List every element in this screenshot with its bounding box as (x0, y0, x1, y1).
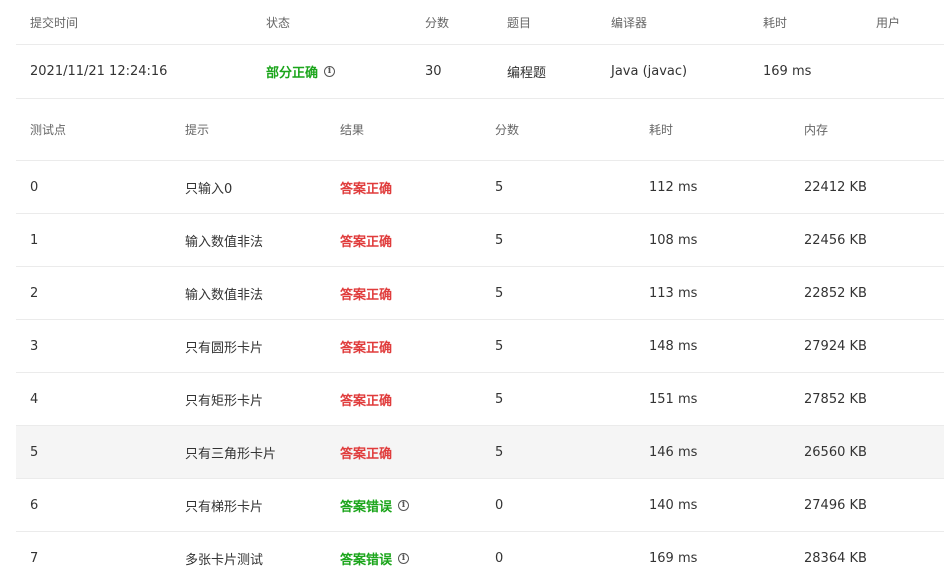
testcase-result[interactable]: 答案错误 i (340, 479, 410, 531)
testcase-id: 4 (30, 391, 39, 407)
testcase-score: 5 (495, 338, 504, 354)
testcase-time: 140 ms (649, 497, 698, 513)
testcase-time: 169 ms (649, 550, 698, 566)
testcase-score: 5 (495, 285, 504, 301)
submit-time: 2021/11/21 12:24:16 (30, 64, 168, 79)
testcase-time: 108 ms (649, 232, 698, 248)
testcase-list: 0 只输入0 答案正确 5 112 ms 22412 KB 1 输入数值非法 答… (16, 161, 944, 584)
testcase-id: 1 (30, 232, 39, 248)
result-text: 答案正确 (340, 393, 393, 409)
testcase-result: 答案正确 (340, 267, 392, 319)
testcase-time: 146 ms (649, 444, 698, 460)
testcase-result: 答案正确 (340, 161, 392, 213)
submission-header-row: 提交时间 状态 分数 题目 编译器 耗时 用户 (16, 0, 944, 45)
submission-panel: 提交时间 状态 分数 题目 编译器 耗时 用户 2021/11/21 12:24… (16, 0, 944, 584)
testcase-id: 6 (30, 497, 39, 513)
table-row: 3 只有圆形卡片 答案正确 5 148 ms 27924 KB (16, 320, 944, 373)
testcase-result: 答案正确 (340, 214, 392, 266)
header-score: 分数 (425, 15, 450, 30)
result-text: 答案错误 (340, 552, 393, 568)
testcase-id: 0 (30, 179, 39, 195)
info-icon[interactable]: i (398, 499, 410, 511)
table-row: 1 输入数值非法 答案正确 5 108 ms 22456 KB (16, 214, 944, 267)
testcase-score: 5 (495, 391, 504, 407)
header-hint: 提示 (185, 123, 210, 137)
header-problem: 题目 (507, 15, 532, 30)
header-compiler: 编译器 (611, 15, 648, 30)
submission-status[interactable]: 部分正确 i (266, 45, 336, 98)
result-text: 答案正确 (340, 446, 393, 462)
result-text: 答案错误 (340, 499, 393, 515)
testcase-hint: 只有矩形卡片 (185, 393, 264, 409)
result-text: 答案正确 (340, 234, 393, 250)
submission-score: 30 (425, 64, 442, 79)
problem-link[interactable]: 编程题 (507, 45, 546, 98)
testcase-hint: 只输入0 (185, 181, 233, 197)
result-text: 答案正确 (340, 287, 393, 303)
testcase-memory: 28364 KB (804, 550, 867, 566)
testcase-result: 答案正确 (340, 320, 392, 372)
header-testcase: 测试点 (30, 123, 67, 137)
header-memory: 内存 (804, 123, 829, 137)
submission-row: 2021/11/21 12:24:16 部分正确 i 30 编程题 Java (… (16, 45, 944, 99)
testcase-result[interactable]: 答案错误 i (340, 532, 410, 584)
testcase-time: 112 ms (649, 179, 698, 195)
status-text: 部分正确 (266, 66, 319, 81)
testcase-score: 5 (495, 232, 504, 248)
header-user: 用户 (876, 15, 901, 30)
testcase-memory: 26560 KB (804, 444, 867, 460)
testcase-result: 答案正确 (340, 373, 392, 425)
testcase-header-row: 测试点 提示 结果 分数 耗时 内存 (16, 99, 944, 161)
testcase-id: 2 (30, 285, 39, 301)
testcase-time: 148 ms (649, 338, 698, 354)
header-tc-score: 分数 (495, 123, 520, 137)
testcase-memory: 27496 KB (804, 497, 867, 513)
testcase-hint: 多张卡片测试 (185, 552, 264, 568)
testcase-memory: 22852 KB (804, 285, 867, 301)
result-text: 答案正确 (340, 181, 393, 197)
testcase-memory: 27852 KB (804, 391, 867, 407)
testcase-memory: 22456 KB (804, 232, 867, 248)
header-duration: 耗时 (763, 15, 788, 30)
table-row: 6 只有梯形卡片 答案错误 i 0 140 ms 27496 KB (16, 479, 944, 532)
testcase-time: 113 ms (649, 285, 698, 301)
testcase-hint: 只有梯形卡片 (185, 499, 264, 515)
table-row-hovered: 5 只有三角形卡片 答案正确 5 146 ms 26560 KB (16, 426, 944, 479)
header-status: 状态 (266, 15, 291, 30)
testcase-score: 5 (495, 444, 504, 460)
testcase-id: 7 (30, 550, 39, 566)
testcase-memory: 22412 KB (804, 179, 867, 195)
testcase-hint: 只有圆形卡片 (185, 340, 264, 356)
header-tc-time: 耗时 (649, 123, 674, 137)
testcase-score: 0 (495, 550, 504, 566)
testcase-id: 3 (30, 338, 39, 354)
table-row: 4 只有矩形卡片 答案正确 5 151 ms 27852 KB (16, 373, 944, 426)
testcase-score: 0 (495, 497, 504, 513)
table-row: 7 多张卡片测试 答案错误 i 0 169 ms 28364 KB (16, 532, 944, 584)
testcase-score: 5 (495, 179, 504, 195)
testcase-hint: 输入数值非法 (185, 287, 264, 303)
table-row: 2 输入数值非法 答案正确 5 113 ms 22852 KB (16, 267, 944, 320)
info-icon[interactable]: i (398, 552, 410, 564)
header-submit-time: 提交时间 (30, 15, 79, 30)
info-icon[interactable]: i (324, 66, 336, 77)
table-row: 0 只输入0 答案正确 5 112 ms 22412 KB (16, 161, 944, 214)
testcase-result: 答案正确 (340, 426, 392, 478)
result-text: 答案正确 (340, 340, 393, 356)
testcase-hint: 输入数值非法 (185, 234, 264, 250)
testcase-id: 5 (30, 444, 39, 460)
testcase-time: 151 ms (649, 391, 698, 407)
header-result: 结果 (340, 123, 365, 137)
compiler-name: Java (javac) (611, 64, 688, 79)
testcase-memory: 27924 KB (804, 338, 867, 354)
submission-duration: 169 ms (763, 64, 812, 79)
testcase-hint: 只有三角形卡片 (185, 446, 277, 462)
